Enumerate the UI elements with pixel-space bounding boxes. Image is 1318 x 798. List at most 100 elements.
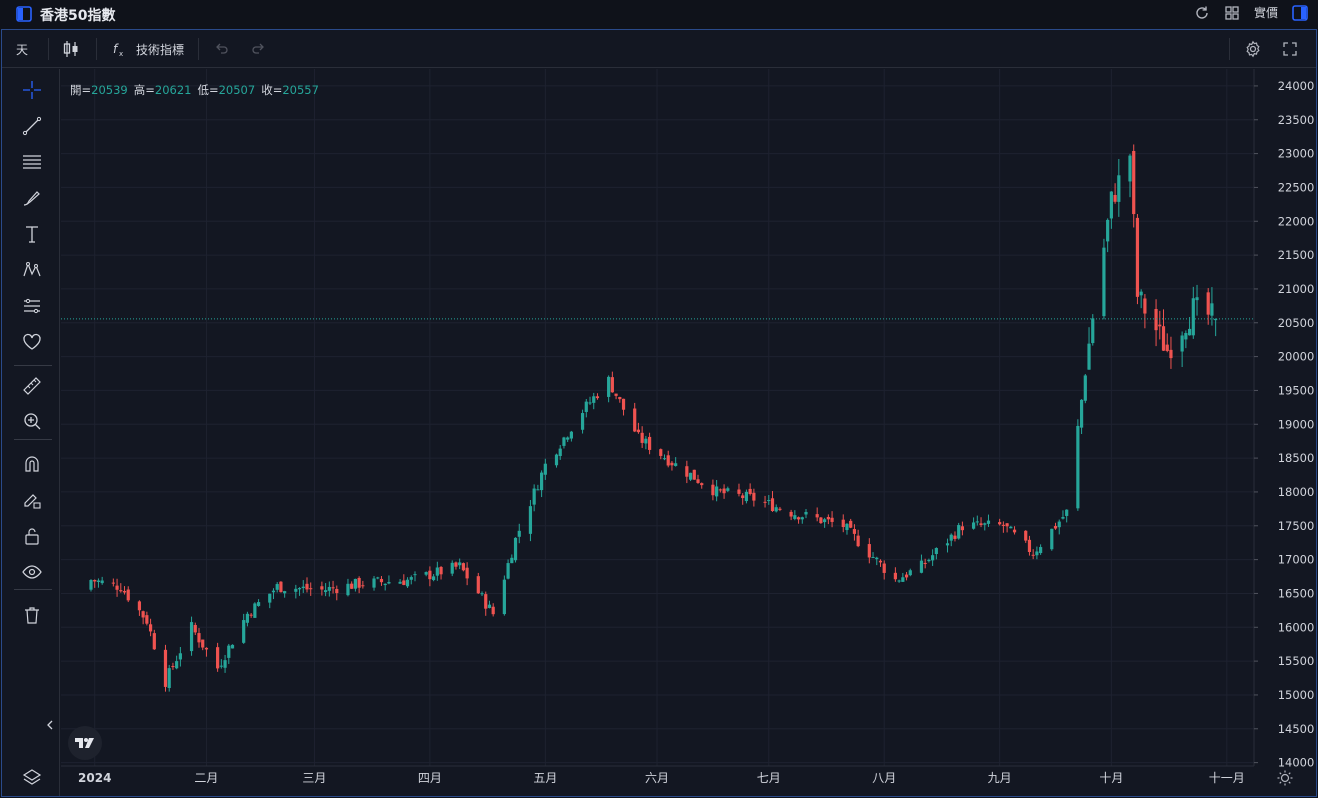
candle-down <box>878 560 883 563</box>
time-tick-label: 六月 <box>645 771 669 785</box>
candle-down <box>309 588 313 590</box>
candle-down <box>692 469 696 480</box>
chart-grid <box>61 69 1254 766</box>
pattern-tool[interactable] <box>20 258 44 282</box>
realtime-label[interactable]: 實價 <box>1254 4 1278 21</box>
magnet-tool[interactable] <box>20 452 44 476</box>
candle-up <box>242 620 246 643</box>
candle-up <box>383 583 387 586</box>
chart-type-button[interactable] <box>62 38 80 60</box>
layout-grid-icon[interactable] <box>1224 5 1240 21</box>
candle-down <box>960 526 965 531</box>
redo-button[interactable] <box>250 38 266 60</box>
candle-up <box>297 588 302 590</box>
time-tick-label: 2024 <box>78 771 111 785</box>
candle-up <box>580 413 585 430</box>
crosshair-tool[interactable] <box>20 78 44 102</box>
candle-up <box>1180 335 1184 352</box>
chart-pane[interactable]: 20557 24000 23500 23000 22500 22000 21500 2100… <box>61 69 1316 796</box>
favorite-tool[interactable] <box>20 330 44 354</box>
last-price-line: 20557 <box>61 309 1312 328</box>
trendline-tool[interactable] <box>20 114 44 138</box>
candle-down <box>137 601 142 611</box>
zoom-in-icon <box>24 413 41 430</box>
candle-up <box>584 401 588 412</box>
candle-down <box>1053 526 1058 529</box>
interval-button[interactable]: 天 <box>16 38 28 60</box>
candle-up <box>398 581 402 584</box>
candle-down <box>1135 217 1140 297</box>
unlock-tool[interactable] <box>20 524 44 548</box>
candle-up <box>245 613 250 623</box>
candle-down <box>610 377 614 393</box>
candle-down <box>979 523 983 525</box>
visibility-tool[interactable] <box>20 560 44 584</box>
text-tool[interactable] <box>20 222 44 246</box>
candle-up <box>662 458 667 460</box>
candle-up <box>89 580 93 590</box>
brush-tool[interactable] <box>20 186 44 210</box>
brush-icon <box>23 191 40 206</box>
candle-up <box>949 534 953 541</box>
candle-down <box>439 566 443 575</box>
undo-button[interactable] <box>214 38 230 60</box>
candle-down <box>484 594 488 609</box>
collapse-toolbar-button[interactable] <box>44 713 56 737</box>
candle-up <box>223 660 227 668</box>
candle-up <box>480 593 484 595</box>
trash-icon <box>25 607 39 624</box>
tradingview-logo[interactable] <box>68 726 102 760</box>
candle-up <box>275 584 279 590</box>
candle-down <box>852 529 857 534</box>
candle-up <box>908 570 912 576</box>
candle-down <box>648 436 652 450</box>
right-panel-toggle-icon[interactable] <box>1292 4 1308 21</box>
lock-drawing-tool[interactable] <box>20 488 44 512</box>
unlock-icon <box>25 528 39 545</box>
candle-down <box>722 488 726 494</box>
indicators-button[interactable]: f x 技術指標 <box>112 38 184 60</box>
fullscreen-button[interactable] <box>1282 38 1298 60</box>
candle-up <box>1065 509 1069 516</box>
ruler-tool[interactable] <box>20 374 44 398</box>
candle-down <box>1031 554 1035 556</box>
time-tick-label: 九月 <box>988 771 1012 785</box>
drawing-toolbar <box>2 69 60 796</box>
settings-button[interactable] <box>1244 38 1262 60</box>
candle-down <box>454 562 458 567</box>
candle-down <box>1143 298 1147 314</box>
candle-down <box>737 489 741 494</box>
candle-down <box>998 522 1002 525</box>
candle-down <box>119 590 123 592</box>
candle-up <box>506 563 510 579</box>
candle-up <box>592 396 596 403</box>
crosshair-icon <box>23 81 41 99</box>
time-tick-label: 十月 <box>1099 771 1123 785</box>
time-tick-label: 十一月 <box>1209 771 1245 785</box>
candle-down <box>1005 523 1009 527</box>
fib-tool[interactable] <box>20 150 44 174</box>
object-tree-button[interactable] <box>20 766 44 790</box>
fullscreen-icon <box>1283 42 1297 56</box>
price-tick-label: 15000 <box>1278 688 1315 702</box>
candle-up <box>569 431 573 439</box>
price-tick-label: 14500 <box>1278 722 1315 736</box>
candle-down <box>796 517 801 520</box>
candle-up <box>644 438 648 444</box>
candle-up <box>897 580 901 582</box>
candle-down <box>204 647 209 650</box>
remove-drawings-tool[interactable] <box>20 603 44 627</box>
price-tick-label: 21000 <box>1278 282 1315 296</box>
price-chart[interactable]: 20557 24000 23500 23000 22500 22000 21500 2100… <box>61 69 1316 796</box>
prediction-tool[interactable] <box>20 294 44 318</box>
candle-down <box>465 567 469 579</box>
candle-down <box>93 579 97 582</box>
high-value: 20621 <box>154 83 192 97</box>
panel-toggle-icon[interactable] <box>16 6 32 22</box>
candle-up <box>767 500 771 502</box>
zoom-tool[interactable] <box>20 409 44 433</box>
candle-up <box>528 506 533 534</box>
candle-up <box>413 574 417 576</box>
candle-up <box>566 437 570 440</box>
refresh-icon[interactable] <box>1194 5 1210 21</box>
